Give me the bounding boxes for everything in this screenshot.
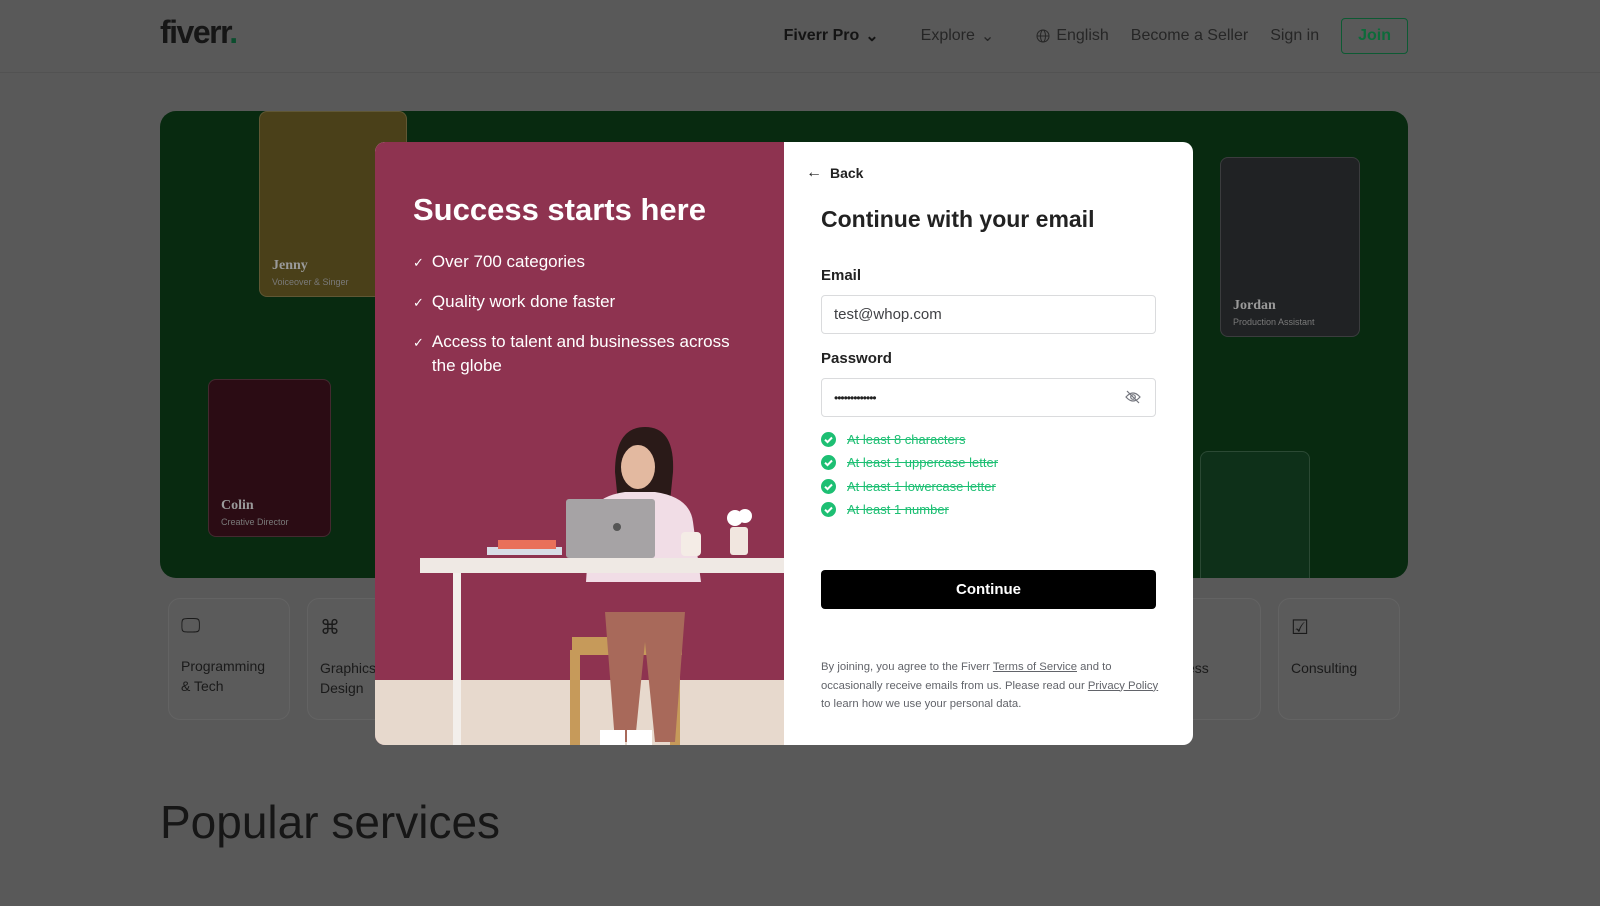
top-header: fiverr. Fiverr Pro ⌄ Explore ⌄ English Bec… — [0, 0, 1600, 73]
benefit-item: ✓ Quality work done faster — [413, 290, 743, 315]
form-title: Continue with your email — [821, 206, 1095, 232]
back-button[interactable]: ← Back — [806, 164, 863, 182]
rule-text: At least 1 number — [847, 502, 949, 518]
monitor-icon: 🖵 — [181, 615, 201, 637]
back-label: Back — [830, 165, 864, 181]
eye-off-icon[interactable] — [1125, 389, 1141, 405]
fiverr-logo[interactable]: fiverr. — [160, 14, 238, 51]
rule-text: At least 8 characters — [847, 432, 966, 448]
benefit-text: Quality work done faster — [431, 292, 616, 311]
signup-modal: Success starts here ✓ Over 700 categories… — [375, 142, 1193, 745]
modal-promo-panel: Success starts here ✓ Over 700 categories… — [375, 142, 784, 745]
password-rule: At least 1 number — [821, 498, 998, 521]
password-rule: At least 1 uppercase letter — [821, 451, 998, 474]
person-card — [1200, 451, 1310, 578]
consulting-icon: ☑ — [1291, 617, 1309, 639]
nav-label: Explore — [920, 27, 975, 44]
check-circle-icon — [821, 502, 836, 518]
nav-label: Fiverr Pro — [783, 27, 860, 44]
check-icon: ✓ — [413, 295, 424, 310]
globe-icon — [1036, 29, 1050, 43]
join-button[interactable]: Join — [1341, 18, 1408, 54]
chevron-down-icon: ⌄ — [865, 28, 879, 45]
benefit-item: ✓ Access to talent and businesses across … — [413, 330, 743, 378]
password-rule: At least 1 lowercase letter — [821, 475, 998, 498]
popular-services-heading: Popular services — [160, 796, 501, 848]
logo-text: fiverr — [160, 14, 231, 50]
person-card-colin: Colin Creative Director — [208, 379, 331, 537]
person-name: Colin — [221, 498, 254, 513]
email-input[interactable]: test@whop.com — [821, 295, 1156, 334]
person-card-jordan: Jordan Production Assistant — [1220, 157, 1360, 337]
check-circle-icon — [821, 478, 836, 494]
terms-part: By joining, you agree to the Fiverr — [821, 661, 993, 673]
category-programming[interactable]: 🖵 Programming & Tech — [168, 598, 290, 720]
terms-part: to learn how we use your personal data. — [821, 698, 1022, 710]
category-label: Programming & Tech — [181, 658, 266, 694]
check-circle-icon — [821, 432, 836, 448]
promo-benefits-list: ✓ Over 700 categories ✓ Quality work done … — [413, 250, 743, 393]
terms-text: By joining, you agree to the Fiverr Term… — [821, 658, 1161, 714]
benefit-text: Over 700 categories — [431, 252, 585, 271]
arrow-left-icon: ← — [806, 164, 822, 181]
person-role: Production Assistant — [1233, 317, 1315, 327]
benefit-item: ✓ Over 700 categories — [413, 250, 743, 275]
email-label: Email — [821, 267, 862, 284]
email-form-panel: ← Back Continue with your email Email tes… — [784, 142, 1193, 745]
password-input[interactable]: ••••••••••••• — [821, 378, 1156, 417]
password-label: Password — [821, 350, 892, 367]
password-rules: At least 8 characters At least 1 upperca… — [821, 428, 998, 521]
rule-text: At least 1 uppercase letter — [847, 455, 999, 471]
logo-dot: . — [229, 14, 238, 50]
terms-of-service-link[interactable]: Terms of Service — [993, 661, 1077, 673]
woman-at-desk-illustration — [375, 427, 784, 745]
email-value: test@whop.com — [834, 306, 942, 323]
check-icon: ✓ — [413, 335, 424, 350]
nav-label: English — [1056, 27, 1109, 44]
person-role: Voiceover & Singer — [272, 277, 349, 287]
password-rule: At least 8 characters — [821, 428, 998, 451]
promo-title: Success starts here — [413, 192, 706, 227]
nav-sign-in[interactable]: Sign in — [1270, 27, 1319, 45]
design-icon: ⌘ — [320, 617, 340, 639]
nav-explore[interactable]: Explore ⌄ — [921, 26, 995, 46]
top-nav: Fiverr Pro ⌄ Explore ⌄ English Become a Se… — [784, 18, 1408, 54]
privacy-policy-link[interactable]: Privacy Policy — [1088, 680, 1158, 692]
person-role: Creative Director — [221, 517, 289, 527]
nav-fiverr-pro[interactable]: Fiverr Pro ⌄ — [784, 26, 879, 46]
benefit-text: Access to talent and businesses across t… — [431, 332, 730, 375]
nav-become-seller[interactable]: Become a Seller — [1131, 27, 1248, 45]
person-name: Jenny — [272, 258, 308, 273]
check-circle-icon — [821, 455, 836, 471]
chevron-down-icon: ⌄ — [980, 28, 995, 45]
person-name: Jordan — [1233, 298, 1276, 313]
check-icon: ✓ — [413, 255, 424, 270]
category-consulting[interactable]: ☑ Consulting — [1278, 598, 1400, 720]
nav-language[interactable]: English — [1036, 27, 1109, 45]
continue-button[interactable]: Continue — [821, 570, 1156, 609]
rule-text: At least 1 lowercase letter — [847, 478, 996, 494]
password-value: ••••••••••••• — [834, 390, 877, 405]
category-label: Consulting — [1291, 660, 1358, 676]
